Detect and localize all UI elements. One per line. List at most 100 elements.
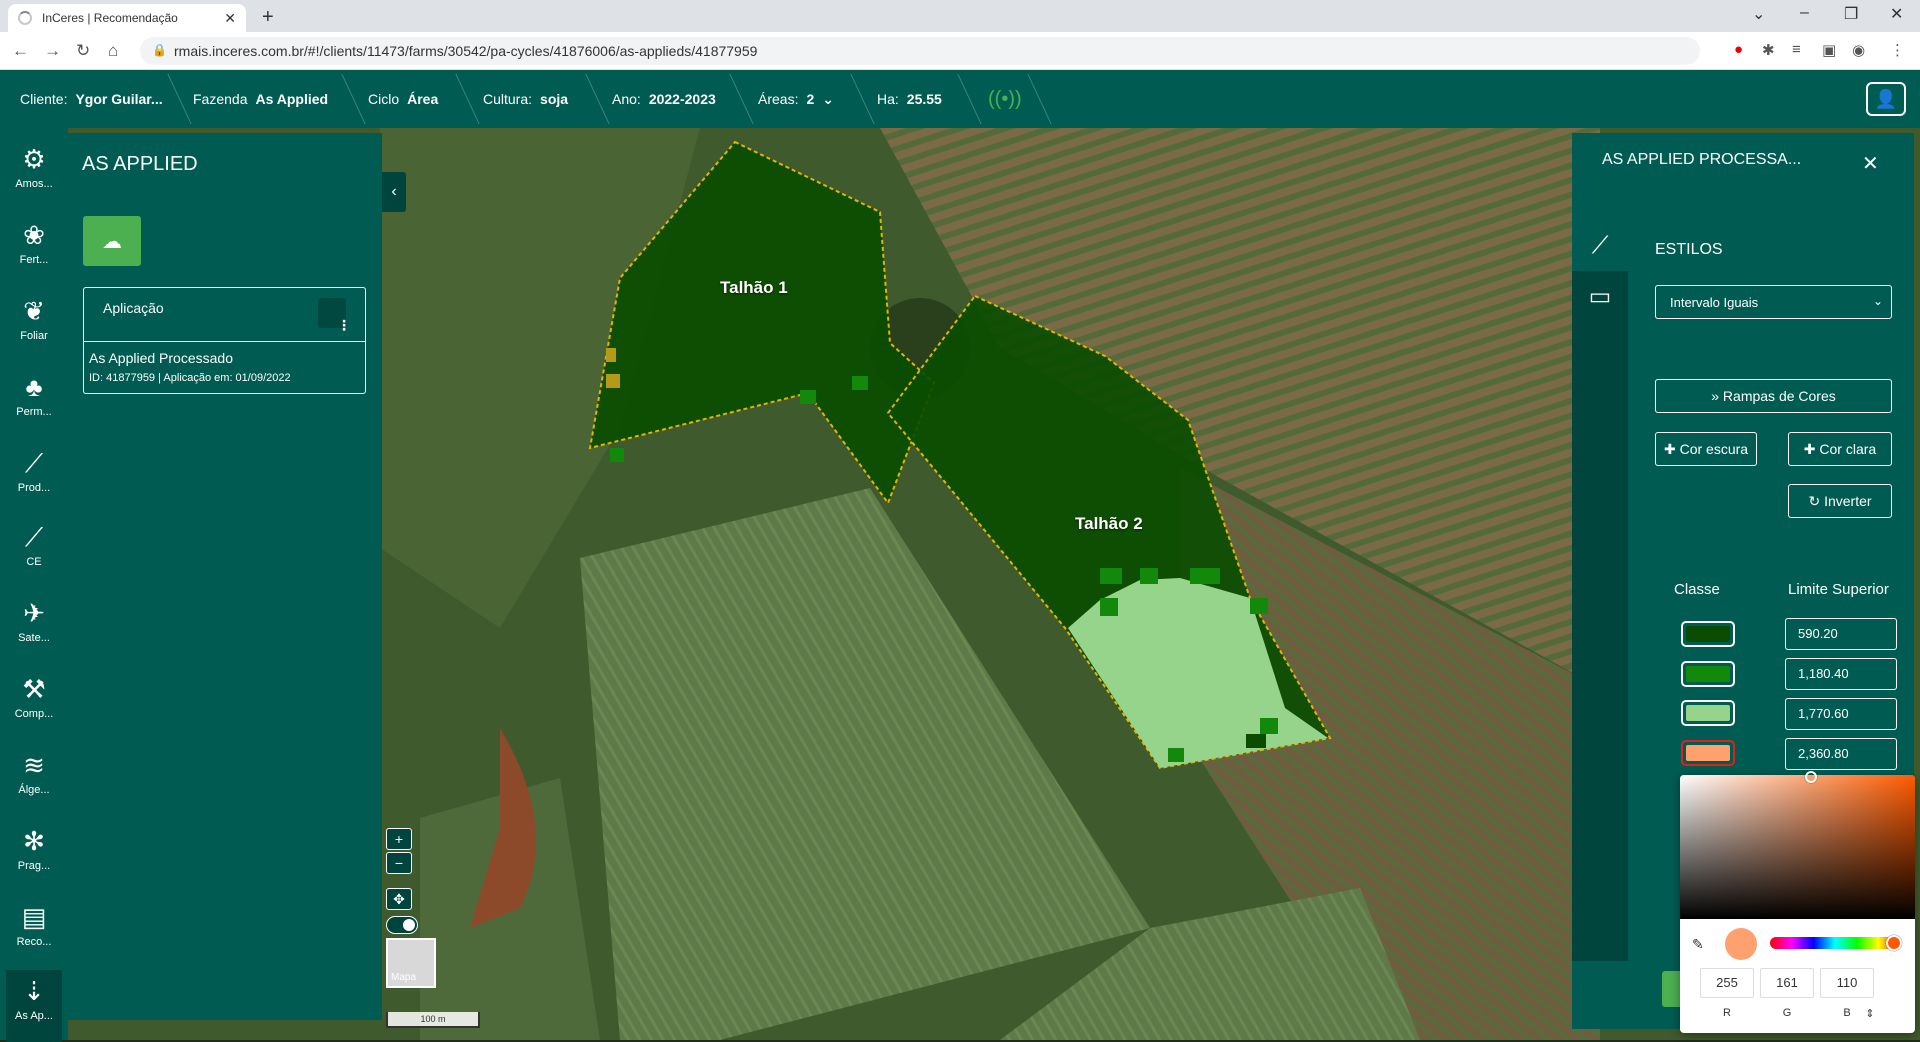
sidebar-item-label: Amos... — [15, 178, 53, 190]
move-icon: ✥ — [393, 890, 405, 907]
tab-styles[interactable]: ▭ — [1572, 271, 1628, 321]
sidebar-item-satelite[interactable]: ✈ Sate... — [6, 592, 62, 664]
browser-tab-bar: InCeres | Recomendação ✕ + ⌄ – ❐ ✕ — [0, 0, 1920, 32]
permission-icon: ♣ — [25, 372, 43, 402]
sidebar-item-fertilidade[interactable]: ❀ Fert... — [6, 214, 62, 286]
class-swatch-selected[interactable] — [1681, 740, 1735, 766]
color-ramps-button[interactable]: » Rampas de Cores — [1655, 379, 1892, 413]
new-tab-icon[interactable]: + — [262, 6, 274, 29]
close-panel-icon[interactable]: ✕ — [1862, 151, 1879, 176]
extensions-icon[interactable]: ✱ — [1762, 41, 1775, 59]
menu-icon[interactable]: ⋮ — [1890, 41, 1905, 59]
format-toggle-icon[interactable]: ⇕ — [1860, 1007, 1880, 1020]
ciclo-value: Área — [407, 91, 439, 107]
green-input[interactable]: 161 — [1760, 968, 1814, 998]
as-applied-icon: ⇣ — [23, 976, 45, 1006]
red-input[interactable]: 255 — [1700, 968, 1754, 998]
color-cursor[interactable] — [1805, 771, 1817, 783]
opera-extension-icon[interactable]: ● — [1734, 41, 1743, 58]
sidebar-item-ce[interactable]: ⟋ CE — [6, 516, 62, 588]
back-icon[interactable]: ← — [12, 41, 29, 61]
breadcrumb-ciclo[interactable]: Ciclo Área — [368, 70, 438, 128]
limit-input[interactable]: 1,180.40 — [1785, 658, 1897, 690]
interval-select[interactable]: Intervalo Iguais ⌄ — [1655, 285, 1892, 319]
sidebar-item-algebra[interactable]: ≋ Álge... — [6, 744, 62, 816]
limit-input[interactable]: 1,770.60 — [1785, 698, 1897, 730]
reload-icon[interactable]: ↻ — [76, 41, 90, 61]
tab-search-icon[interactable]: ⌄ — [1752, 4, 1765, 24]
zoom-out-button[interactable]: − — [386, 852, 412, 874]
sidebar-item-pragas[interactable]: ✻ Prag... — [6, 820, 62, 892]
limit-input[interactable]: 2,360.80 — [1785, 738, 1897, 770]
maximize-icon[interactable]: ❐ — [1844, 4, 1858, 24]
section-title: ESTILOS — [1655, 241, 1723, 258]
sidebar-item-amostragem[interactable]: ⚙ Amos... — [6, 138, 62, 210]
sidebar-item-foliar[interactable]: ❦ Foliar — [6, 290, 62, 362]
blue-input[interactable]: 110 — [1820, 968, 1874, 998]
field-1-label: Talhão 1 — [720, 278, 788, 297]
cliente-label: Cliente: — [20, 91, 68, 107]
basemap-thumbnail[interactable]: Mapa — [386, 938, 436, 988]
breadcrumb-separator — [938, 74, 982, 124]
plus-icon: ✚ — [1803, 440, 1820, 457]
color-ramps-label: Rampas de Cores — [1722, 388, 1836, 404]
layer-toggle[interactable] — [386, 916, 418, 934]
class-color — [1686, 626, 1730, 642]
class-swatch[interactable] — [1681, 661, 1735, 687]
invert-button[interactable]: ↻ Inverter — [1788, 484, 1892, 518]
hue-slider[interactable] — [1770, 935, 1902, 951]
leaf-icon: ❦ — [23, 296, 45, 326]
home-icon[interactable]: ⌂ — [108, 41, 118, 61]
cliente-value: Ygor Guilar... — [75, 91, 163, 107]
invert-label: Inverter — [1824, 493, 1872, 509]
chart-icon: ⟋ — [1591, 232, 1609, 259]
breadcrumb-separator — [566, 74, 610, 124]
minimize-icon[interactable]: – — [1800, 4, 1809, 22]
dark-color-button[interactable]: ✚ Cor escura — [1655, 432, 1757, 466]
close-window-icon[interactable]: ✕ — [1890, 4, 1903, 24]
light-color-button[interactable]: ✚ Cor clara — [1788, 432, 1892, 466]
sidebar-item-as-applied[interactable]: ⇣ As Ap... — [6, 970, 62, 1042]
browser-tab[interactable]: InCeres | Recomendação ✕ — [8, 4, 246, 32]
breadcrumb-ano[interactable]: Ano: 2022-2023 — [612, 70, 716, 128]
green-label: G — [1782, 1007, 1792, 1019]
style-panel-title: AS APPLIED PROCESSA... — [1602, 151, 1802, 168]
sidebar-item-recomendacao[interactable]: ▤ Reco... — [6, 896, 62, 968]
close-tab-icon[interactable]: ✕ — [224, 10, 236, 27]
ce-chart-icon: ⟋ — [24, 522, 44, 552]
class-swatch[interactable] — [1681, 621, 1735, 647]
breadcrumb-areas[interactable]: Áreas: 2 ⌄ — [758, 70, 834, 128]
hue-slider-handle[interactable] — [1886, 935, 1902, 951]
collapse-panel-button[interactable]: ‹ — [382, 172, 406, 212]
refresh-icon: ↻ — [1808, 492, 1825, 509]
profile-avatar-icon[interactable]: ◉ — [1852, 41, 1865, 59]
sidebar-icon[interactable]: ▣ — [1822, 41, 1836, 59]
sidebar-item-compactacao[interactable]: ⚒ Comp... — [6, 668, 62, 740]
forward-icon[interactable]: → — [44, 41, 61, 61]
zoom-in-button[interactable]: + — [386, 828, 412, 850]
productivity-chart-icon: ⟋ — [24, 448, 44, 478]
fertilizer-icon: ❀ — [23, 220, 45, 250]
user-profile-button[interactable]: 👤 — [1866, 82, 1906, 116]
pan-button[interactable]: ✥ — [386, 888, 412, 910]
breadcrumb-fazenda[interactable]: Fazenda As Applied — [193, 70, 328, 128]
breadcrumb-cultura[interactable]: Cultura: soja — [483, 70, 568, 128]
cloud-upload-icon: ☁ — [102, 230, 122, 253]
limit-input[interactable]: 590.20 — [1785, 618, 1897, 650]
as-applied-panel: AS APPLIED ☁ Aplicação ⋮ As Applied Proc… — [68, 133, 382, 1020]
address-bar: ← → ↻ ⌂ 🔒 rmais.inceres.com.br/#!/client… — [0, 32, 1920, 70]
tab-chart[interactable]: ⟋ — [1572, 221, 1628, 271]
as-applied-item-title[interactable]: As Applied Processado — [89, 350, 233, 366]
eyedropper-icon[interactable]: ✎ — [1692, 936, 1704, 953]
class-swatch[interactable] — [1681, 700, 1735, 726]
sidebar-item-produtividade[interactable]: ⟋ Prod... — [6, 442, 62, 514]
card-menu-button[interactable]: ⋮ — [318, 298, 351, 333]
saturation-value-area[interactable] — [1680, 771, 1915, 919]
url-text: rmais.inceres.com.br/#!/clients/11473/fa… — [174, 43, 758, 59]
breadcrumb-cliente[interactable]: Cliente: Ygor Guilar... — [20, 70, 163, 128]
reading-list-icon[interactable]: ≡ — [1792, 41, 1801, 58]
dark-color-label: Cor escura — [1679, 441, 1749, 457]
sidebar-item-perm[interactable]: ♣ Perm... — [6, 366, 62, 438]
url-field[interactable]: 🔒 rmais.inceres.com.br/#!/clients/11473/… — [140, 37, 1700, 65]
upload-button[interactable]: ☁ — [83, 216, 141, 266]
